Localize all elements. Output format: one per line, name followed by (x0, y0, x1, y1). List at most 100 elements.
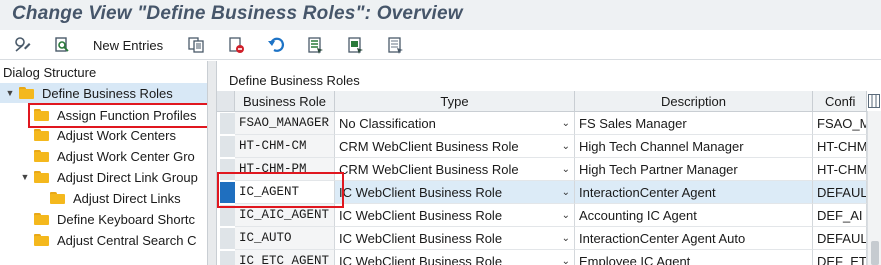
expand-arrow-icon[interactable]: ▼ (20, 172, 30, 182)
panel-splitter[interactable] (208, 61, 217, 265)
business-role-cell: IC_AUTO (235, 227, 335, 250)
column-header-business-role[interactable]: Business Role (235, 91, 335, 112)
chevron-down-icon[interactable]: ⌄ (562, 250, 570, 265)
tree-item-label: Adjust Direct Links (73, 190, 181, 206)
business-role-cell[interactable]: IC_AGENT (235, 181, 335, 204)
vertical-scrollbar[interactable] (867, 111, 881, 265)
config-cell[interactable]: HT-CHM (813, 158, 867, 181)
type-dropdown[interactable]: No Classification ⌄ (335, 112, 575, 135)
column-header-description[interactable]: Description (575, 91, 813, 112)
tree-item-label: Adjust Central Search C (57, 232, 197, 248)
tree-item-adjust-direct-links[interactable]: Adjust Direct Links (50, 188, 181, 208)
select-all-header-cell[interactable] (217, 91, 235, 112)
chevron-down-icon[interactable]: ⌄ (562, 112, 570, 134)
folder-open-icon (19, 87, 34, 99)
table-row-selected[interactable]: IC_AGENT IC WebClient Business Role ⌄ Int… (217, 181, 881, 204)
folder-icon (34, 109, 49, 121)
type-value: IC WebClient Business Role (339, 231, 503, 246)
type-dropdown[interactable]: CRM WebClient Business Role ⌄ (335, 158, 575, 181)
tree-item-adjust-direct-link-groups[interactable]: ▼ Adjust Direct Link Group (20, 167, 198, 187)
config-cell[interactable]: DEFAUL (813, 227, 867, 250)
tree-item-label: Adjust Work Center Gro (57, 148, 195, 164)
type-value: IC WebClient Business Role (339, 208, 503, 223)
chevron-down-icon[interactable]: ⌄ (562, 135, 570, 157)
row-selector[interactable] (220, 159, 235, 180)
tree-item-label: Assign Function Profiles (57, 107, 197, 123)
type-value: CRM WebClient Business Role (339, 162, 519, 177)
row-selector[interactable] (220, 205, 235, 226)
delete-icon[interactable] (226, 35, 246, 55)
config-cell[interactable]: FSAO_M (813, 112, 867, 135)
tree-item-adjust-work-center-groups[interactable]: Adjust Work Center Gro (34, 146, 195, 166)
chevron-down-icon[interactable]: ⌄ (562, 158, 570, 180)
tree-item-adjust-work-centers[interactable]: Adjust Work Centers (34, 125, 176, 145)
config-cell[interactable]: HT-CHM (813, 135, 867, 158)
row-selector[interactable] (220, 113, 235, 134)
table-row[interactable]: IC_ETC_AGENT IC WebClient Business Role ⌄… (217, 250, 881, 265)
row-selector[interactable] (220, 228, 235, 249)
description-cell[interactable]: High Tech Channel Manager (575, 135, 813, 158)
copy-icon[interactable] (186, 35, 206, 55)
business-role-cell: FSAO_MANAGER (235, 112, 335, 135)
chevron-down-icon[interactable]: ⌄ (562, 227, 570, 249)
toolbar: New Entries (0, 30, 881, 60)
select-all-icon[interactable] (306, 35, 326, 55)
tree-item-label: Define Keyboard Shortc (57, 211, 196, 227)
tree-item-define-keyboard-shortcuts[interactable]: Define Keyboard Shortc (34, 209, 195, 229)
tree-item-assign-function-profiles[interactable]: Assign Function Profiles (34, 105, 196, 125)
select-block-icon[interactable] (346, 35, 366, 55)
table-row[interactable]: IC_AUTO IC WebClient Business Role ⌄ Inte… (217, 227, 881, 250)
row-selector[interactable] (220, 251, 235, 265)
config-cell[interactable]: DEF_AI (813, 204, 867, 227)
type-value: IC WebClient Business Role (339, 185, 503, 200)
title-bar: Change View "Define Business Roles": Ove… (0, 0, 881, 30)
type-value: IC WebClient Business Role (339, 254, 503, 265)
dialog-structure-header: Dialog Structure (3, 65, 97, 80)
chevron-down-icon[interactable]: ⌄ (562, 204, 570, 226)
description-cell[interactable]: FS Sales Manager (575, 112, 813, 135)
type-dropdown[interactable]: IC WebClient Business Role ⌄ (335, 227, 575, 250)
folder-icon (34, 150, 49, 162)
tree-item-adjust-central-search[interactable]: Adjust Central Search C (34, 230, 196, 250)
config-cell[interactable]: DEF_ET (813, 250, 867, 265)
table-row[interactable]: HT-CHM-PM CRM WebClient Business Role ⌄ H… (217, 158, 881, 181)
deselect-all-icon[interactable] (386, 35, 406, 55)
description-cell[interactable]: InteractionCenter Agent (575, 181, 813, 204)
folder-icon (50, 192, 65, 204)
type-dropdown[interactable]: IC WebClient Business Role ⌄ (335, 181, 575, 204)
tree-item-label: Adjust Direct Link Group (57, 169, 198, 185)
other-view-icon[interactable] (52, 35, 72, 55)
type-dropdown[interactable]: IC WebClient Business Role ⌄ (335, 204, 575, 227)
row-selector[interactable] (220, 182, 235, 203)
expand-arrow-icon[interactable]: ▼ (5, 88, 15, 98)
table-row[interactable]: FSAO_MANAGER No Classification ⌄ FS Sales… (217, 112, 881, 135)
table-caption: Define Business Roles (229, 73, 360, 88)
page-title: Change View "Define Business Roles": Ove… (12, 3, 463, 24)
description-cell[interactable]: Employee IC Agent (575, 250, 813, 265)
business-role-cell: HT-CHM-CM (235, 135, 335, 158)
business-role-cell: IC_ETC_AGENT (235, 250, 335, 265)
table-row[interactable]: HT-CHM-CM CRM WebClient Business Role ⌄ H… (217, 135, 881, 158)
tree-item-label: Define Business Roles (42, 85, 173, 101)
new-entries-button[interactable]: New Entries (93, 38, 163, 53)
config-cell[interactable]: DEFAUL (813, 181, 867, 204)
table-row[interactable]: IC_AIC_AGENT IC WebClient Business Role ⌄… (217, 204, 881, 227)
column-header-type[interactable]: Type (335, 91, 575, 112)
description-cell[interactable]: InteractionCenter Agent Auto (575, 227, 813, 250)
description-cell[interactable]: Accounting IC Agent (575, 204, 813, 227)
type-dropdown[interactable]: IC WebClient Business Role ⌄ (335, 250, 575, 265)
description-cell[interactable]: High Tech Partner Manager (575, 158, 813, 181)
folder-icon (34, 129, 49, 141)
column-settings-icon[interactable] (868, 94, 880, 108)
column-header-config[interactable]: Confi (813, 91, 867, 112)
row-selector[interactable] (220, 136, 235, 157)
dialog-structure-panel: Dialog Structure ▼ Define Business Roles… (0, 61, 208, 265)
business-role-cell: HT-CHM-PM (235, 158, 335, 181)
folder-icon (34, 234, 49, 246)
chevron-down-icon[interactable]: ⌄ (562, 181, 570, 203)
type-dropdown[interactable]: CRM WebClient Business Role ⌄ (335, 135, 575, 158)
scrollbar-thumb[interactable] (871, 241, 879, 265)
undo-icon[interactable] (266, 35, 286, 55)
tree-item-define-business-roles[interactable]: ▼ Define Business Roles (0, 83, 207, 103)
display-change-icon[interactable] (12, 35, 32, 55)
